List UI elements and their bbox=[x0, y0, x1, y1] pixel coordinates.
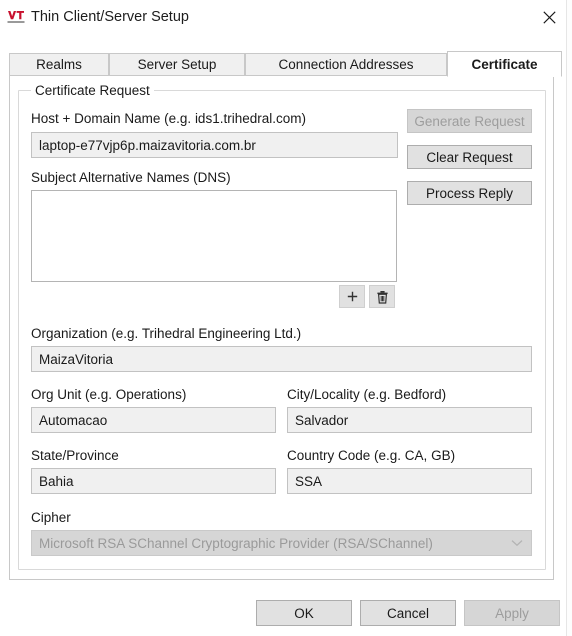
organization-input[interactable]: MaizaVitoria bbox=[31, 346, 532, 372]
san-add-button[interactable] bbox=[339, 285, 365, 308]
tab-realms[interactable]: Realms bbox=[9, 53, 109, 76]
process-reply-button[interactable]: Process Reply bbox=[407, 181, 532, 205]
san-label: Subject Alternative Names (DNS) bbox=[31, 170, 231, 185]
city-label: City/Locality (e.g. Bedford) bbox=[287, 387, 447, 402]
plus-icon bbox=[347, 291, 357, 302]
apply-label: Apply bbox=[495, 605, 529, 621]
san-delete-button[interactable] bbox=[369, 285, 395, 308]
organization-label: Organization (e.g. Trihedral Engineering… bbox=[31, 326, 302, 341]
cancel-label: Cancel bbox=[386, 605, 430, 621]
org-unit-label: Org Unit (e.g. Operations) bbox=[31, 387, 187, 402]
window-title: Thin Client/Server Setup bbox=[31, 9, 189, 25]
clear-request-label: Clear Request bbox=[426, 149, 513, 165]
san-listbox[interactable] bbox=[31, 190, 397, 282]
host-domain-label: Host + Domain Name (e.g. ids1.trihedral.… bbox=[31, 111, 306, 126]
trash-icon bbox=[376, 290, 388, 304]
title-bar: Thin Client/Server Setup bbox=[0, 0, 572, 40]
clear-request-button[interactable]: Clear Request bbox=[407, 145, 532, 169]
process-reply-label: Process Reply bbox=[425, 185, 514, 201]
close-icon bbox=[542, 10, 556, 24]
ok-button[interactable]: OK bbox=[256, 600, 352, 626]
vt-logo-icon bbox=[7, 9, 25, 25]
host-domain-input[interactable]: laptop-e77vjp6p.maizavitoria.com.br bbox=[31, 132, 398, 158]
cipher-dropdown[interactable]: Microsoft RSA SChannel Cryptographic Pro… bbox=[31, 530, 532, 556]
ok-label: OK bbox=[294, 605, 314, 621]
country-label: Country Code (e.g. CA, GB) bbox=[287, 448, 456, 463]
tab-label: Server Setup bbox=[137, 57, 217, 72]
tab-certificate[interactable]: Certificate bbox=[447, 51, 562, 77]
country-input[interactable]: SSA bbox=[287, 468, 532, 494]
chevron-down-icon bbox=[504, 532, 530, 554]
background-window-edge bbox=[566, 0, 572, 636]
generate-request-label: Generate Request bbox=[414, 113, 525, 129]
cipher-value: Microsoft RSA SChannel Cryptographic Pro… bbox=[39, 535, 433, 551]
cancel-button[interactable]: Cancel bbox=[360, 600, 456, 626]
org-unit-input[interactable]: Automacao bbox=[31, 407, 276, 433]
tab-label: Realms bbox=[36, 57, 82, 72]
tab-label: Connection Addresses bbox=[278, 57, 414, 72]
certificate-request-group-title: Certificate Request bbox=[31, 83, 154, 98]
cipher-label: Cipher bbox=[31, 510, 71, 525]
tab-connection-addresses[interactable]: Connection Addresses bbox=[245, 53, 447, 76]
tab-label: Certificate bbox=[471, 56, 538, 72]
state-label: State/Province bbox=[31, 448, 119, 463]
state-input[interactable]: Bahia bbox=[31, 468, 276, 494]
tab-server-setup[interactable]: Server Setup bbox=[109, 53, 245, 76]
generate-request-button[interactable]: Generate Request bbox=[407, 109, 532, 133]
city-input[interactable]: Salvador bbox=[287, 407, 532, 433]
apply-button[interactable]: Apply bbox=[464, 600, 560, 626]
tab-strip: Realms Server Setup Connection Addresses… bbox=[9, 51, 562, 77]
